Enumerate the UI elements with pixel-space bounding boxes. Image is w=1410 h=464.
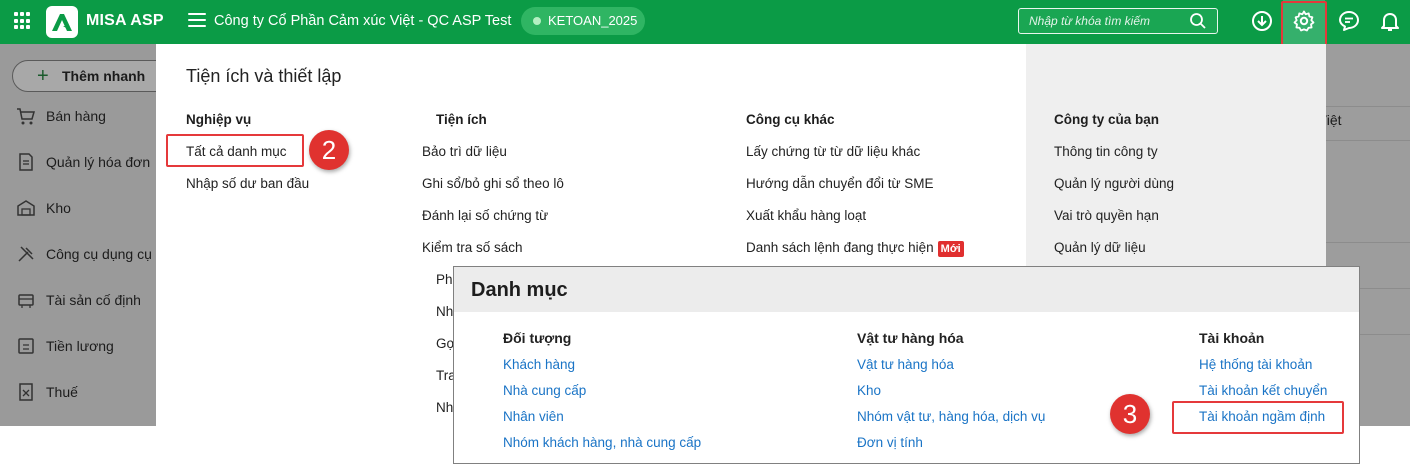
top-bar: MISA ASP Công ty Cổ Phần Cảm xúc Việt - …	[0, 0, 1410, 44]
sidebar-item-tax[interactable]: Thuế	[0, 370, 156, 416]
salary-icon	[18, 338, 34, 354]
tool-item[interactable]: Lấy chứng từ từ dữ liệu khác	[746, 144, 920, 159]
sidebar-item-label: Quản lý hóa đơn	[46, 154, 151, 170]
divider	[1326, 140, 1410, 141]
panel-title: Tiện ích và thiết lập	[186, 66, 342, 86]
category-link[interactable]: Vật tư hàng hóa	[857, 357, 954, 372]
search-input[interactable]	[1019, 9, 1189, 33]
apps-grid-icon[interactable]	[14, 12, 32, 30]
category-link[interactable]: Kho	[857, 383, 881, 398]
column-heading-company: Công ty của bạn	[1054, 112, 1160, 127]
menu-icon[interactable]	[188, 13, 206, 29]
popup-header: Danh mục	[454, 267, 1359, 312]
category-link[interactable]: Tài khoản kết chuyển	[1199, 383, 1327, 398]
utility-item[interactable]: Ghi sổ/bỏ ghi sổ theo lô	[422, 176, 564, 191]
plus-icon: +	[37, 65, 49, 87]
category-link[interactable]: Nhân viên	[503, 409, 564, 424]
status-dot-icon	[533, 17, 541, 25]
warehouse-icon	[17, 200, 35, 216]
sidebar-item-label: Công cụ dụng cụ	[46, 246, 152, 262]
tools-icon	[18, 246, 34, 262]
tool-item-label: Danh sách lệnh đang thực hiện	[746, 240, 934, 255]
tax-icon	[19, 383, 33, 401]
category-link[interactable]: Nhóm vật tư, hàng hóa, dịch vụ	[857, 409, 1045, 424]
step-badge-3: 3	[1110, 394, 1150, 434]
tool-item[interactable]: Xuất khẩu hàng loạt	[746, 208, 866, 223]
column-heading-accounts: Tài khoản	[1199, 330, 1265, 346]
column-heading-goods: Vật tư hàng hóa	[857, 330, 964, 346]
category-link[interactable]: Nhóm khách hàng, nhà cung cấp	[503, 435, 701, 450]
asset-icon	[18, 294, 34, 308]
settings-highlight	[1281, 1, 1327, 47]
utility-item[interactable]: Ph	[436, 272, 453, 287]
database-label: KETOAN_2025	[548, 13, 638, 28]
sidebar-item-label: Kho	[46, 200, 71, 216]
company-name[interactable]: Công ty Cổ Phần Cảm xúc Việt - QC ASP Te…	[214, 13, 511, 29]
category-link[interactable]: Khách hàng	[503, 357, 575, 372]
column-heading-objects: Đối tượng	[503, 330, 572, 346]
sidebar-item-label: Bán hàng	[46, 108, 106, 124]
sidebar-item-label: Thuế	[46, 384, 78, 400]
category-link[interactable]: Nhà cung cấp	[503, 383, 586, 398]
sidebar-item-invoices[interactable]: Quản lý hóa đơn	[0, 140, 156, 186]
category-link[interactable]: Hệ thống tài khoản	[1199, 357, 1312, 372]
utility-item[interactable]: Đánh lại số chứng từ	[422, 208, 548, 223]
sidebar-item-salary[interactable]: Tiền lương	[0, 324, 156, 370]
bell-icon[interactable]	[1378, 9, 1402, 33]
search-icon[interactable]	[1189, 12, 1207, 30]
sidebar: + Thêm nhanh Bán hàng Quản lý hóa đơn Kh…	[0, 44, 182, 426]
divider	[1326, 242, 1410, 243]
utility-item[interactable]: Kiểm tra số sách	[422, 240, 523, 255]
new-badge: Mới	[937, 241, 964, 257]
opening-balance-link[interactable]: Nhập số dư ban đầu	[186, 176, 309, 191]
default-accounts-highlight	[1172, 401, 1344, 434]
categories-popup: Danh mục Đối tượng Khách hàng Nhà cung c…	[453, 266, 1360, 464]
column-heading-other-tools: Công cụ khác	[746, 112, 835, 127]
sidebar-item-fixed-assets[interactable]: Tài sản cố định	[0, 278, 156, 324]
tool-item[interactable]: Hướng dẫn chuyển đổi từ SME	[746, 176, 934, 191]
column-heading-operations: Nghiệp vụ	[186, 112, 252, 127]
step-badge-2: 2	[309, 130, 349, 170]
utility-item[interactable]: Nh	[436, 304, 453, 319]
company-item[interactable]: Quản lý người dùng	[1054, 176, 1174, 191]
popup-title: Danh mục	[471, 279, 568, 301]
running-jobs-link[interactable]: Danh sách lệnh đang thực hiện Mới	[746, 240, 964, 257]
all-categories-highlight	[166, 134, 304, 167]
invoice-icon	[19, 153, 33, 171]
misa-logo[interactable]	[46, 6, 78, 38]
sidebar-item-sales[interactable]: Bán hàng	[0, 94, 156, 140]
sidebar-item-label: Tài sản cố định	[46, 292, 141, 308]
divider	[1326, 106, 1410, 107]
utility-item[interactable]: Bảo trì dữ liệu	[422, 144, 507, 159]
sidebar-item-warehouse[interactable]: Kho	[0, 186, 156, 232]
column-heading-utilities: Tiện ích	[436, 112, 487, 127]
quick-add-label: Thêm nhanh	[62, 68, 146, 84]
app-name: MISA ASP	[86, 12, 164, 29]
chat-icon[interactable]	[1337, 9, 1361, 33]
company-item[interactable]: Vai trò quyền hạn	[1054, 208, 1159, 223]
sidebar-item-label: Tiền lương	[46, 338, 114, 354]
utility-item[interactable]: Nh	[436, 400, 453, 415]
category-link[interactable]: Đơn vị tính	[857, 435, 923, 450]
database-badge[interactable]: KETOAN_2025	[521, 7, 645, 35]
cart-icon	[17, 108, 35, 125]
sidebar-item-tools[interactable]: Công cụ dụng cụ	[0, 232, 156, 278]
company-item[interactable]: Thông tin công ty	[1054, 144, 1158, 159]
company-item[interactable]: Quản lý dữ liệu	[1054, 240, 1146, 255]
search-box[interactable]	[1018, 8, 1218, 34]
download-icon[interactable]	[1250, 9, 1274, 33]
